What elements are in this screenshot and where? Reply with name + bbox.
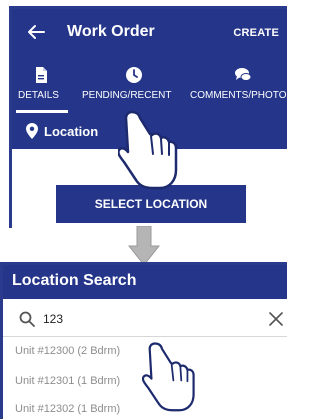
pointing-hand-icon: [142, 342, 195, 412]
create-button[interactable]: CREATE: [233, 27, 279, 39]
search-icon: [19, 311, 35, 327]
select-location-button[interactable]: SELECT LOCATION: [56, 185, 246, 223]
document-icon: [36, 67, 47, 83]
chat-icon: [235, 68, 252, 81]
location-pin-icon: [26, 123, 38, 139]
pointing-hand-icon: [118, 110, 178, 190]
tab-details-label: DETAILS: [18, 90, 59, 101]
work-order-app-bar: Work Order CREATE: [12, 9, 287, 57]
location-search-title: Location Search: [12, 272, 137, 289]
list-item[interactable]: Unit #12300 (2 Bdrm): [15, 345, 120, 357]
down-arrow-icon: [128, 226, 160, 266]
tab-pending-recent-label: PENDING/RECENT: [82, 90, 172, 101]
location-label: Location: [44, 124, 99, 139]
tab-details[interactable]: DETAILS: [12, 57, 70, 113]
tab-bar: DETAILS PENDING/RECENT COMMENTS/PHOTO: [12, 57, 287, 113]
tab-pending-recent[interactable]: PENDING/RECENT: [82, 57, 186, 113]
page-title: Work Order: [67, 23, 155, 40]
back-arrow-icon[interactable]: [26, 22, 46, 42]
list-item[interactable]: Unit #12301 (1 Bdrm): [15, 375, 120, 387]
close-icon[interactable]: [269, 312, 283, 326]
tab-comments-photo-label: COMMENTS/PHOTO: [190, 90, 287, 101]
location-search-header: Location Search: [3, 265, 287, 299]
search-bar: [3, 301, 287, 337]
clock-icon: [126, 67, 142, 83]
tab-comments-photo[interactable]: COMMENTS/PHOTO: [190, 57, 287, 113]
list-item[interactable]: Unit #12302 (1 Bdrm): [15, 403, 120, 415]
search-input[interactable]: [43, 308, 243, 330]
